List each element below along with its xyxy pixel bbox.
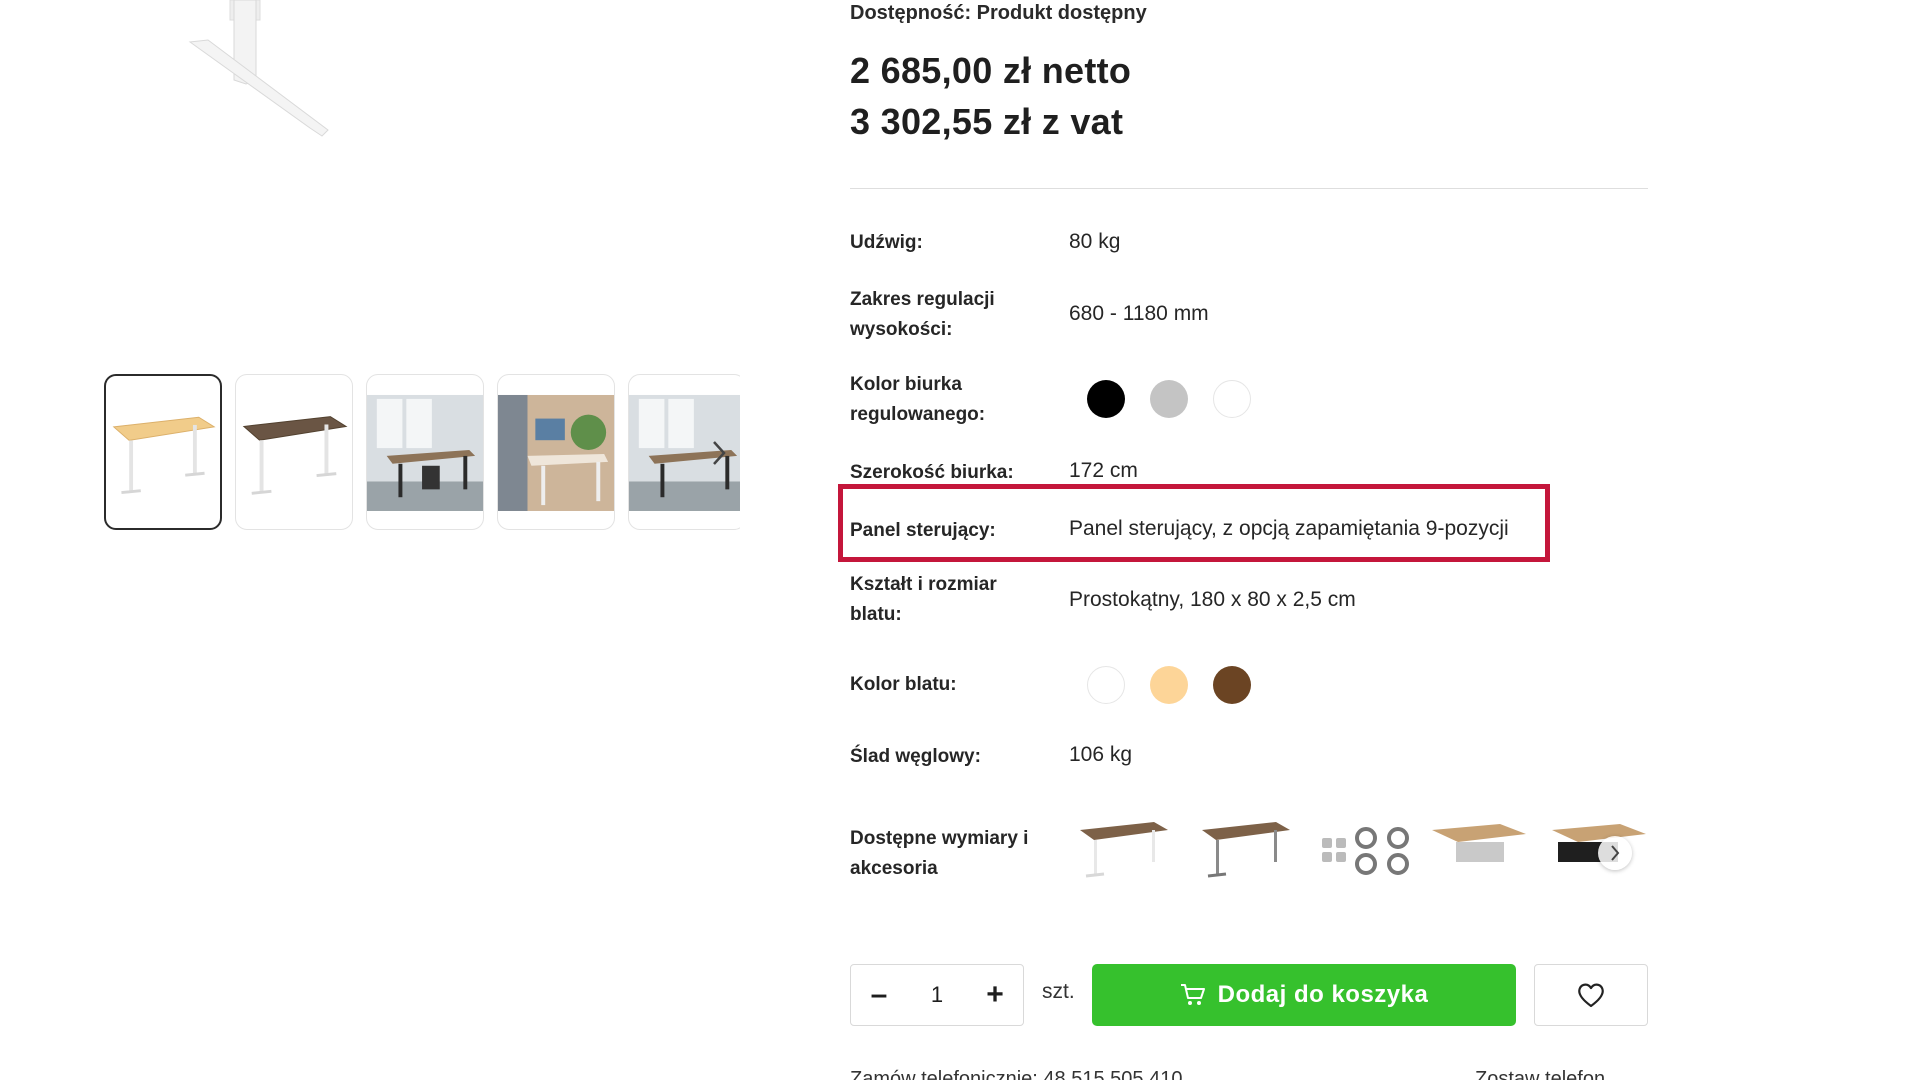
thumbnail-office-scene-1[interactable] (366, 374, 484, 530)
attr-height-range-label: Zakres regulacji wysokości: (850, 289, 995, 340)
availability-status: Dostępność: Produkt dostępny (850, 2, 1147, 24)
top-color-swatch-walnut[interactable] (1213, 666, 1251, 704)
thumbnail-walnut-desk[interactable] (235, 374, 353, 530)
heart-icon (1578, 983, 1604, 1008)
phone-order-text: Zamów telefonicznie: 48 515 505 410 (850, 1068, 1183, 1080)
accessory-desk-white-frame[interactable] (1076, 812, 1172, 884)
attr-top-shape-value: Prostokątny, 180 x 80 x 2,5 cm (1069, 588, 1356, 611)
accessory-drawer[interactable] (1430, 812, 1526, 884)
attr-control-panel-label: Panel sterujący: (850, 520, 996, 541)
attr-width-value: 172 cm (1069, 459, 1138, 482)
frame-color-swatch-black[interactable] (1087, 380, 1125, 418)
leave-phone-text: Zostaw telefon (1475, 1068, 1606, 1080)
cart-icon (1180, 984, 1205, 1005)
wishlist-button[interactable] (1534, 964, 1648, 1026)
frame-color-swatch-gray[interactable] (1150, 380, 1188, 418)
accessory-desk-gray-frame[interactable] (1198, 812, 1294, 884)
attr-height-range-value: 680 - 1180 mm (1069, 302, 1209, 325)
attr-accessories-label: Dostępne wymiary i akcesoria (850, 828, 1029, 879)
attr-top-color-label: Kolor blatu: (850, 674, 957, 695)
thumbnail-office-scene-2[interactable] (497, 374, 615, 530)
divider (850, 188, 1648, 189)
chevron-right-icon (713, 441, 726, 465)
attr-carbon-label: Ślad węglowy: (850, 746, 981, 767)
product-main-image[interactable] (150, 0, 470, 160)
attr-carbon-value: 106 kg (1069, 743, 1133, 766)
quantity-unit: szt. (1042, 980, 1075, 1003)
quantity-stepper: – + (850, 964, 1024, 1026)
add-to-cart-label: Dodaj do koszyka (1217, 981, 1429, 1008)
chevron-right-icon (1611, 845, 1620, 861)
attr-control-panel-value: Panel sterujący, z opcją zapamiętania 9-… (1069, 517, 1509, 540)
gallery-next-arrow[interactable] (704, 438, 734, 468)
quantity-decrease-button[interactable]: – (851, 965, 907, 1025)
attr-load-value: 80 kg (1069, 230, 1121, 253)
frame-color-swatch-white[interactable] (1213, 380, 1251, 418)
quantity-increase-button[interactable]: + (967, 965, 1023, 1025)
thumbnail-strip (104, 374, 740, 532)
top-color-swatch-white[interactable] (1087, 666, 1125, 704)
attr-top-shape-label: Kształt i rozmiar blatu: (850, 574, 997, 625)
accessory-casters[interactable] (1318, 812, 1414, 884)
quantity-input[interactable] (907, 975, 967, 1015)
attr-frame-color-label: Kolor biurka regulowanego: (850, 374, 986, 425)
add-to-cart-button[interactable]: Dodaj do koszyka (1092, 964, 1516, 1026)
thumbnail-oak-desk[interactable] (104, 374, 222, 530)
price-net: 2 685,00 zł netto (850, 50, 1132, 91)
attr-load-label: Udźwig: (850, 232, 923, 253)
accessories-next-arrow[interactable] (1598, 836, 1632, 870)
price-gross: 3 302,55 zł z vat (850, 101, 1124, 142)
top-color-swatch-oak[interactable] (1150, 666, 1188, 704)
